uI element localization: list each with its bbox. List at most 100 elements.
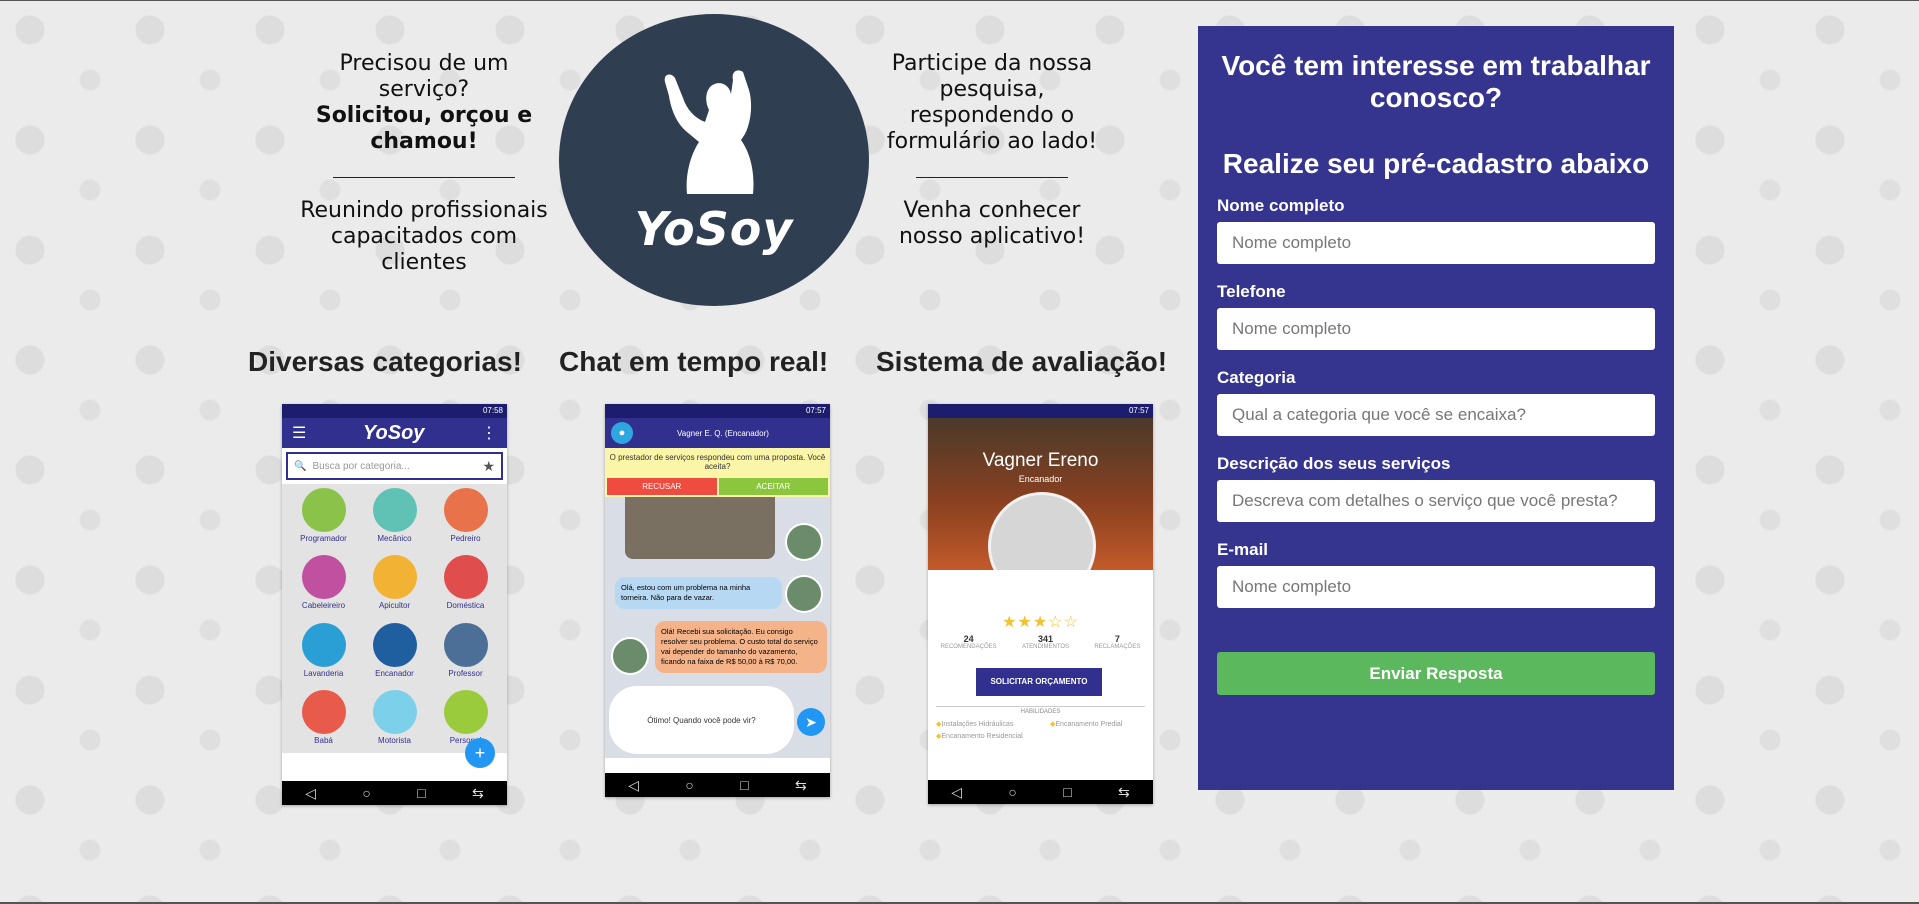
- chat-message-provider: Olá! Recebi sua solicitação. Eu consigo …: [655, 621, 827, 673]
- person-silhouette-icon: [664, 70, 754, 194]
- category-item: Mecânico: [359, 488, 430, 551]
- provider-avatar: [611, 637, 649, 675]
- name-label: Nome completo: [1217, 196, 1345, 215]
- intro-left: Precisou de um serviço? Solicitou, orçou…: [296, 51, 552, 276]
- category-item: Encanador: [359, 622, 430, 686]
- skill-item: Encanamento Residencial: [936, 732, 1022, 740]
- category-item: Motorista: [359, 689, 430, 753]
- description-input[interactable]: [1217, 480, 1655, 522]
- description-label: Descrição dos seus serviços: [1217, 454, 1451, 473]
- android-nav-bar: ◁ ○ □ ⇆: [928, 780, 1153, 804]
- chat-header: ● Vagner E. Q. (Encanador): [605, 418, 830, 448]
- home-icon: ○: [1008, 784, 1017, 800]
- send-icon: ➤: [797, 708, 825, 736]
- field-group-description: Descrição dos seus serviços: [1217, 454, 1655, 522]
- star-icon: ★: [1017, 614, 1033, 631]
- chat-area: Olá, estou com um problema na minha torn…: [605, 497, 830, 758]
- skill-item: Instalações Hidráulicas: [936, 720, 1013, 728]
- search-icon: 🔍: [294, 460, 307, 472]
- back-icon: ◁: [628, 776, 639, 793]
- feature-title-rating: Sistema de avaliação!: [876, 346, 1168, 377]
- switch-icon: ⇆: [472, 784, 484, 801]
- star-icon: ☆: [1048, 614, 1064, 631]
- recents-icon: □: [740, 777, 749, 793]
- field-group-phone: Telefone: [1217, 282, 1655, 350]
- intro-left-highlight: Solicitou, orçou e chamou!: [315, 103, 533, 154]
- proposal-buttons: RECUSAR ACEITAR: [605, 476, 830, 497]
- form-heading-interest: Você tem interesse em trabalhar conosco?: [1221, 50, 1651, 113]
- switch-icon: ⇆: [795, 776, 807, 793]
- category-item: Cabeleireiro: [288, 555, 359, 618]
- intro-left-tagline: Reunindo profissionais capacitados com c…: [300, 198, 548, 275]
- recents-icon: □: [1063, 784, 1072, 800]
- reject-button: RECUSAR: [607, 478, 717, 495]
- stat-recommendations: 24 RECOMENDAÇÕES: [940, 634, 997, 650]
- chat-contact-name: Vagner E. Q. (Encanador): [677, 428, 769, 438]
- accept-button: ACEITAR: [718, 478, 828, 495]
- profile-body: ★★★☆☆ 24 RECOMENDAÇÕES 341 ATENDIMENTOS 7R…: [928, 570, 1153, 804]
- rating-stars: ★★★☆☆: [928, 612, 1153, 632]
- home-icon: ○: [362, 785, 371, 801]
- category-label: Categoria: [1217, 368, 1296, 387]
- stat-complaints: 7 RECLAMAÇÕES: [1094, 634, 1141, 650]
- fab-add-button: +: [465, 738, 495, 768]
- star-icon: ★: [482, 457, 495, 474]
- phone-chat-screenshot: 07:57 ● Vagner E. Q. (Encanador) O prest…: [605, 404, 830, 797]
- profile-role: Encanador: [1018, 474, 1063, 484]
- intro-right-divider: [916, 177, 1068, 178]
- top-border: [0, 0, 1919, 1]
- name-input[interactable]: [1217, 222, 1655, 264]
- intro-right-invite: Participe da nossa pesquisa, respondendo…: [886, 51, 1098, 154]
- profile-stats: 24 RECOMENDAÇÕES 341 ATENDIMENTOS 7 RECLAMA…: [928, 634, 1153, 650]
- app-bar: ☰ YoSoy ⋮: [282, 418, 507, 448]
- status-bar: 07:58: [282, 404, 507, 418]
- intro-right: Participe da nossa pesquisa, respondendo…: [880, 51, 1104, 250]
- field-group-email: E-mail: [1217, 540, 1655, 608]
- field-group-name: Nome completo: [1217, 196, 1655, 264]
- star-icon: ★: [1002, 614, 1018, 631]
- phone-label: Telefone: [1217, 282, 1286, 301]
- yosoy-logo: YoSoy: [559, 14, 869, 306]
- feature-title-chat: Chat em tempo real!: [559, 346, 829, 377]
- email-input[interactable]: [1217, 566, 1655, 608]
- user-avatar: [785, 575, 823, 613]
- feature-title-categories: Diversas categorias!: [248, 346, 522, 377]
- provider-avatar: [785, 523, 823, 561]
- email-label: E-mail: [1217, 540, 1269, 559]
- category-input[interactable]: [1217, 394, 1655, 436]
- skill-item: Encanamento Predial: [1050, 720, 1122, 728]
- status-bar: 07:57: [928, 404, 1153, 418]
- phone-input[interactable]: [1217, 308, 1655, 350]
- form-heading-register: Realize seu pré-cadastro abaixo: [1222, 148, 1650, 179]
- pre-registration-form: Você tem interesse em trabalhar conosco?…: [1198, 26, 1674, 790]
- app-title: YoSoy: [362, 421, 425, 444]
- category-item: Babá: [288, 689, 359, 753]
- phone-categories-screenshot: 07:58 ☰ YoSoy ⋮ 🔍 Busca por categoria...…: [282, 404, 507, 805]
- stat-services: 341 ATENDIMENTOS: [1021, 634, 1070, 650]
- more-vert-icon: ⋮: [481, 425, 497, 442]
- star-icon: ☆: [1063, 614, 1079, 631]
- hamburger-menu-icon: ☰: [292, 425, 307, 442]
- category-search: 🔍 Busca por categoria... ★: [286, 452, 503, 480]
- chat-message-user: Olá, estou com um problema na minha torn…: [615, 577, 782, 609]
- intro-left-divider: [333, 177, 515, 178]
- field-group-category: Categoria: [1217, 368, 1655, 436]
- proposal-banner: O prestador de serviços respondeu com um…: [605, 448, 830, 476]
- request-quote-button: SOLICITAR ORÇAMENTO: [976, 668, 1102, 696]
- logo-wordmark: YoSoy: [634, 202, 794, 256]
- profile-name: Vagner Ereno: [982, 450, 1099, 471]
- skills-header: HABILIDADES: [936, 706, 1145, 715]
- star-icon: ★: [1032, 614, 1049, 631]
- category-item: Apicultor: [359, 555, 430, 618]
- category-item: Programador: [288, 488, 359, 551]
- intro-left-question: Precisou de um serviço?: [339, 51, 509, 102]
- phone-rating-screenshot: 07:57 Vagner Ereno Encanador ★★★☆☆ 24 REC…: [928, 404, 1153, 804]
- android-nav-bar: ◁ ○ □ ⇆: [282, 781, 507, 805]
- home-icon: ○: [685, 777, 694, 793]
- category-item: Doméstica: [430, 555, 501, 618]
- submit-button[interactable]: Enviar Resposta: [1217, 652, 1655, 695]
- switch-icon: ⇆: [1118, 783, 1130, 800]
- status-bar: 07:57: [605, 404, 830, 418]
- intro-right-app: Venha conhecer nosso aplicativo!: [898, 198, 1086, 249]
- android-nav-bar: ◁ ○ □ ⇆: [605, 773, 830, 797]
